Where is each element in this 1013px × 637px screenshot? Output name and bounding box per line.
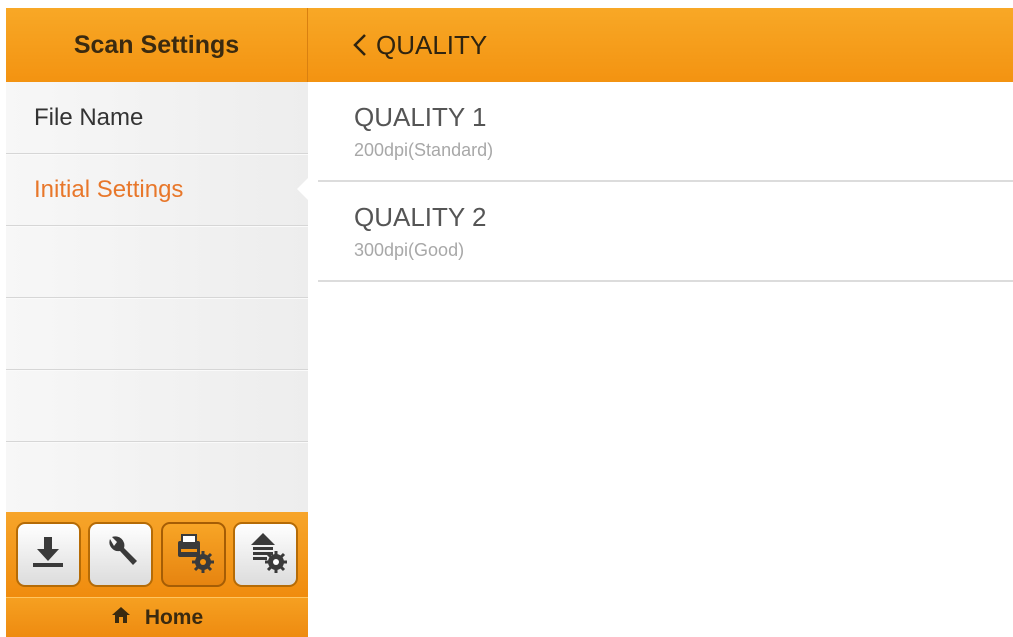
scanner-settings-icon: [170, 529, 216, 580]
sidebar: Scan Settings File Name Initial Settings: [6, 8, 308, 637]
selection-pointer: [297, 178, 308, 200]
sidebar-menu: File Name Initial Settings: [6, 82, 308, 512]
main-panel: QUALITY QUALITY 1 200dpi(Standard) QUALI…: [308, 8, 1013, 637]
quality-options-list: QUALITY 1 200dpi(Standard) QUALITY 2 300…: [318, 82, 1013, 282]
home-button[interactable]: Home: [6, 597, 308, 637]
sidebar-item-file-name[interactable]: File Name: [6, 82, 308, 154]
sidebar-item-label: Initial Settings: [34, 175, 184, 203]
upload-settings-button[interactable]: [233, 522, 299, 587]
sidebar-item-label: File Name: [34, 103, 144, 131]
main-header: QUALITY: [308, 8, 1013, 82]
home-label: Home: [144, 605, 204, 629]
upload-settings-icon: [243, 529, 289, 580]
chevron-left-icon: [352, 32, 368, 58]
option-title: QUALITY 2: [354, 202, 487, 232]
list-item-quality-1[interactable]: QUALITY 1 200dpi(Standard): [318, 82, 1013, 182]
back-button[interactable]: QUALITY: [352, 30, 487, 61]
scan-settings-button[interactable]: [160, 522, 226, 587]
option-subtitle: 200dpi(Standard): [354, 140, 494, 160]
download-icon: [28, 532, 68, 577]
option-subtitle: 300dpi(Good): [354, 240, 465, 260]
app-frame: Scan Settings File Name Initial Settings: [6, 8, 1013, 637]
wrench-icon: [100, 531, 142, 578]
tools-button[interactable]: [88, 522, 154, 587]
download-button[interactable]: [15, 522, 81, 587]
home-icon: [111, 606, 131, 630]
sidebar-item-initial-settings[interactable]: Initial Settings: [6, 154, 308, 226]
sidebar-item-empty: [6, 226, 308, 298]
sidebar-title: Scan Settings: [6, 8, 308, 82]
page-title: QUALITY: [376, 29, 488, 60]
bottom-toolbar: [6, 512, 308, 597]
sidebar-item-empty: [6, 298, 308, 370]
option-title: QUALITY 1: [354, 102, 487, 132]
list-item-quality-2[interactable]: QUALITY 2 300dpi(Good): [318, 182, 1013, 282]
sidebar-item-empty: [6, 370, 308, 442]
